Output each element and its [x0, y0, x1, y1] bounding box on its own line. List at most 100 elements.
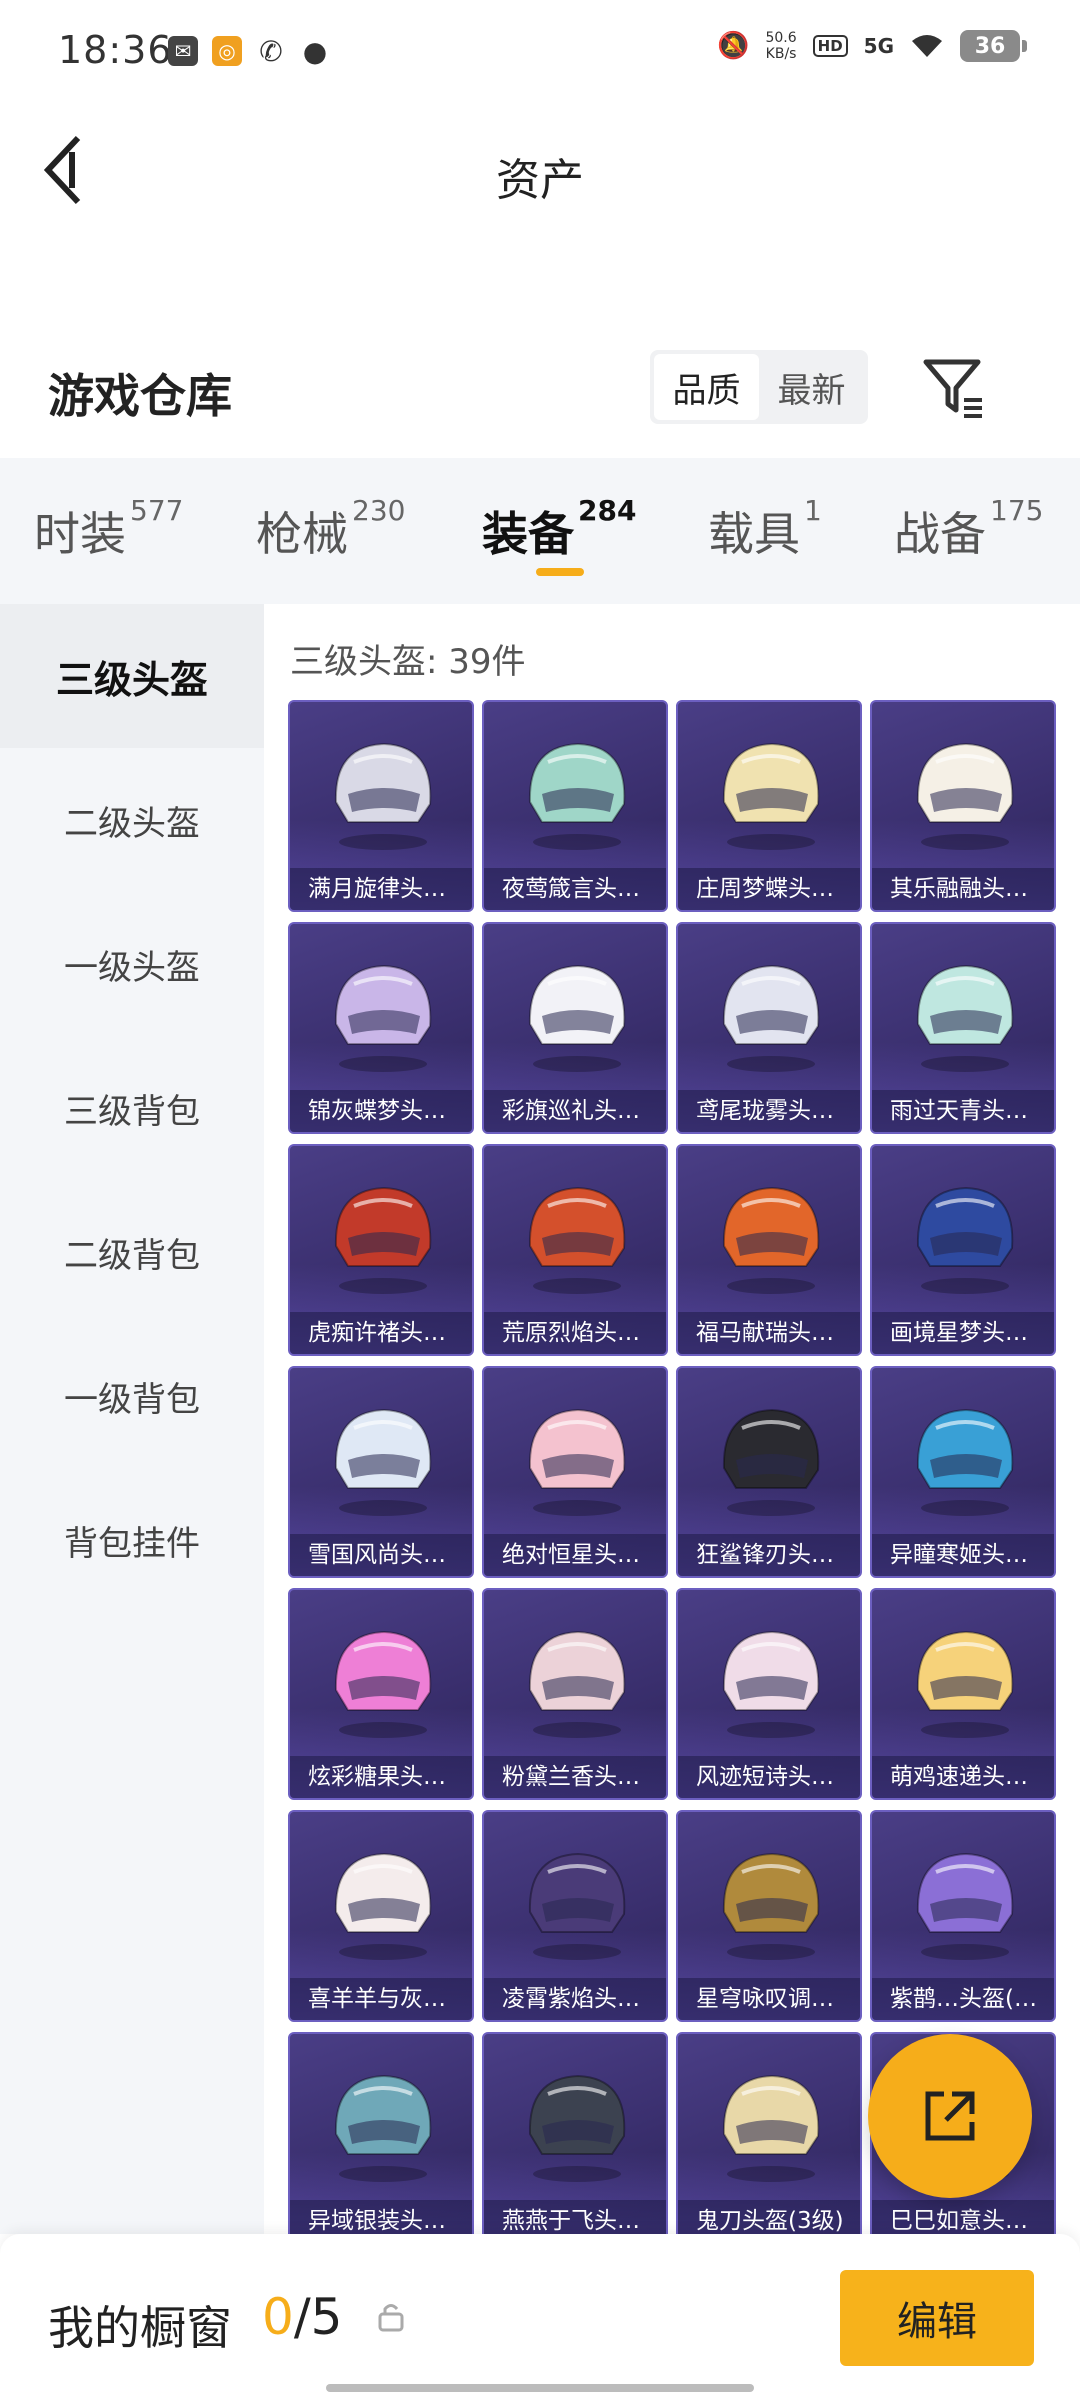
wifi-icon: [912, 35, 942, 57]
message-icon: ●: [302, 34, 328, 68]
item-name: 异瞳寒姬头…: [872, 1534, 1054, 1576]
tab-count: 1: [804, 494, 822, 527]
system-icons: 🔕 50.6 KB/s HD 5G 36: [717, 30, 1027, 62]
item-card[interactable]: 荒原烈焰头…: [482, 1144, 668, 1356]
item-card[interactable]: 紫鹊…头盔(…: [870, 1810, 1056, 2022]
helmet-icon: [722, 742, 820, 850]
item-name: 绝对恒星头…: [484, 1534, 666, 1576]
sort-quality-button[interactable]: 品质: [654, 354, 759, 420]
item-name: 紫鹊…头盔(…: [872, 1978, 1054, 2020]
tab-label: 时装: [34, 507, 126, 561]
item-name: 满月旋律头…: [290, 868, 472, 910]
share-icon: [925, 2091, 975, 2141]
tab-count: 230: [352, 494, 406, 527]
mute-icon: 🔕: [717, 31, 750, 61]
item-name: 锦灰蝶梦头…: [290, 1090, 472, 1132]
filter-icon: [923, 359, 982, 418]
item-card[interactable]: 其乐融融头…: [870, 700, 1056, 912]
item-card[interactable]: 鸢尾珑雾头…: [676, 922, 862, 1134]
tab-fashion[interactable]: 时装 577: [34, 494, 183, 564]
sidebar-item-level2-backpack[interactable]: 二级背包: [0, 1180, 264, 1324]
item-card[interactable]: 庄周梦蝶头…: [676, 700, 862, 912]
sort-toggle: 品质 最新: [650, 350, 868, 424]
helmet-icon: [334, 742, 432, 850]
item-card[interactable]: 鬼刀头盔(3级): [676, 2032, 862, 2244]
item-card[interactable]: 夜莺箴言头…: [482, 700, 668, 912]
tab-vehicles[interactable]: 载具 1: [708, 494, 822, 564]
page-title: 资产: [496, 155, 584, 206]
item-card[interactable]: 萌鸡速递头…: [870, 1588, 1056, 1800]
edit-button[interactable]: 编辑: [840, 2270, 1034, 2366]
helmet-icon: [916, 964, 1014, 1072]
item-card[interactable]: 喜羊羊与灰…: [288, 1810, 474, 2022]
sidebar-item-backpack-charm[interactable]: 背包挂件: [0, 1468, 264, 1612]
tab-count: 577: [130, 494, 184, 527]
hd-badge: HD: [812, 35, 848, 57]
item-name: 星穹咏叹调…: [678, 1978, 860, 2020]
helmet-icon: [334, 964, 432, 1072]
helmet-icon: [916, 1630, 1014, 1738]
item-card[interactable]: 满月旋律头…: [288, 700, 474, 912]
item-card[interactable]: 凌霄紫焰头…: [482, 1810, 668, 2022]
status-bar: 18:36 ✉ ◎ ✆ ● 🔕 50.6 KB/s HD 5G 36: [0, 0, 1080, 104]
home-indicator: [326, 2384, 754, 2392]
helmet-icon: [528, 742, 626, 850]
helmet-icon: [722, 1852, 820, 1960]
item-name: 鸢尾珑雾头…: [678, 1090, 860, 1132]
my-window-label: 我的橱窗: [48, 2301, 232, 2355]
tab-gear[interactable]: 战备 175: [894, 494, 1043, 564]
signal-5g: 5G: [863, 34, 894, 58]
tab-count: 175: [990, 494, 1044, 527]
sidebar-item-level2-helmet[interactable]: 二级头盔: [0, 748, 264, 892]
item-card[interactable]: 雨过天青头…: [870, 922, 1056, 1134]
battery-level: 36: [974, 33, 1006, 59]
item-name: 喜羊羊与灰…: [290, 1978, 472, 2020]
active-tab-indicator: [536, 568, 584, 576]
item-card[interactable]: 异瞳寒姬头…: [870, 1366, 1056, 1578]
tab-equipment[interactable]: 装备 284: [482, 494, 636, 564]
item-card[interactable]: 虎痴许褚头…: [288, 1144, 474, 1356]
category-tabs: 时装 577 枪械 230 装备 284 载具 1 战备 175: [0, 458, 1080, 604]
item-name: 萌鸡速递头…: [872, 1756, 1054, 1798]
item-card[interactable]: 粉黛兰香头…: [482, 1588, 668, 1800]
item-card[interactable]: 异域银装头…: [288, 2032, 474, 2244]
share-button[interactable]: [868, 2034, 1032, 2198]
sort-latest-button[interactable]: 最新: [759, 354, 864, 420]
item-card[interactable]: 炫彩糖果头…: [288, 1588, 474, 1800]
item-name: 福马献瑞头…: [678, 1312, 860, 1354]
item-name: 虎痴许褚头…: [290, 1312, 472, 1354]
sidebar-item-level3-backpack[interactable]: 三级背包: [0, 1036, 264, 1180]
item-card[interactable]: 狂鲨锋刃头…: [676, 1366, 862, 1578]
helmet-icon: [722, 1408, 820, 1516]
helmet-icon: [334, 2074, 432, 2182]
sidebar-item-level1-helmet[interactable]: 一级头盔: [0, 892, 264, 1036]
app-icon: ◎: [212, 36, 242, 66]
network-speed: 50.6 KB/s: [765, 30, 796, 62]
item-name: 凌霄紫焰头…: [484, 1978, 666, 2020]
item-card[interactable]: 彩旗巡礼头…: [482, 922, 668, 1134]
helmet-icon: [334, 1186, 432, 1294]
item-card[interactable]: 雪国风尚头…: [288, 1366, 474, 1578]
item-name: 其乐融融头…: [872, 868, 1054, 910]
showcase-quota: 0/5: [262, 2288, 342, 2346]
warehouse-title: 游戏仓库: [48, 369, 232, 423]
item-card[interactable]: 锦灰蝶梦头…: [288, 922, 474, 1134]
item-card[interactable]: 风迹短诗头…: [676, 1588, 862, 1800]
tab-weapons[interactable]: 枪械 230: [256, 494, 405, 564]
helmet-icon: [528, 964, 626, 1072]
item-card[interactable]: 福马献瑞头…: [676, 1144, 862, 1356]
filter-button[interactable]: [920, 354, 990, 424]
sidebar-item-level3-helmet[interactable]: 三级头盔: [0, 604, 264, 748]
item-card[interactable]: 绝对恒星头…: [482, 1366, 668, 1578]
item-card[interactable]: 星穹咏叹调…: [676, 1810, 862, 2022]
sidebar-item-level1-backpack[interactable]: 一级背包: [0, 1324, 264, 1468]
helmet-icon: [528, 2074, 626, 2182]
helmet-icon: [722, 1630, 820, 1738]
item-card[interactable]: 画境星梦头…: [870, 1144, 1056, 1356]
helmet-icon: [528, 1630, 626, 1738]
item-name: 雨过天青头…: [872, 1090, 1054, 1132]
item-name: 夜莺箴言头…: [484, 868, 666, 910]
mail-icon: ✉: [168, 36, 198, 66]
status-time: 18:36: [58, 28, 173, 72]
item-card[interactable]: 燕燕于飞头…: [482, 2032, 668, 2244]
